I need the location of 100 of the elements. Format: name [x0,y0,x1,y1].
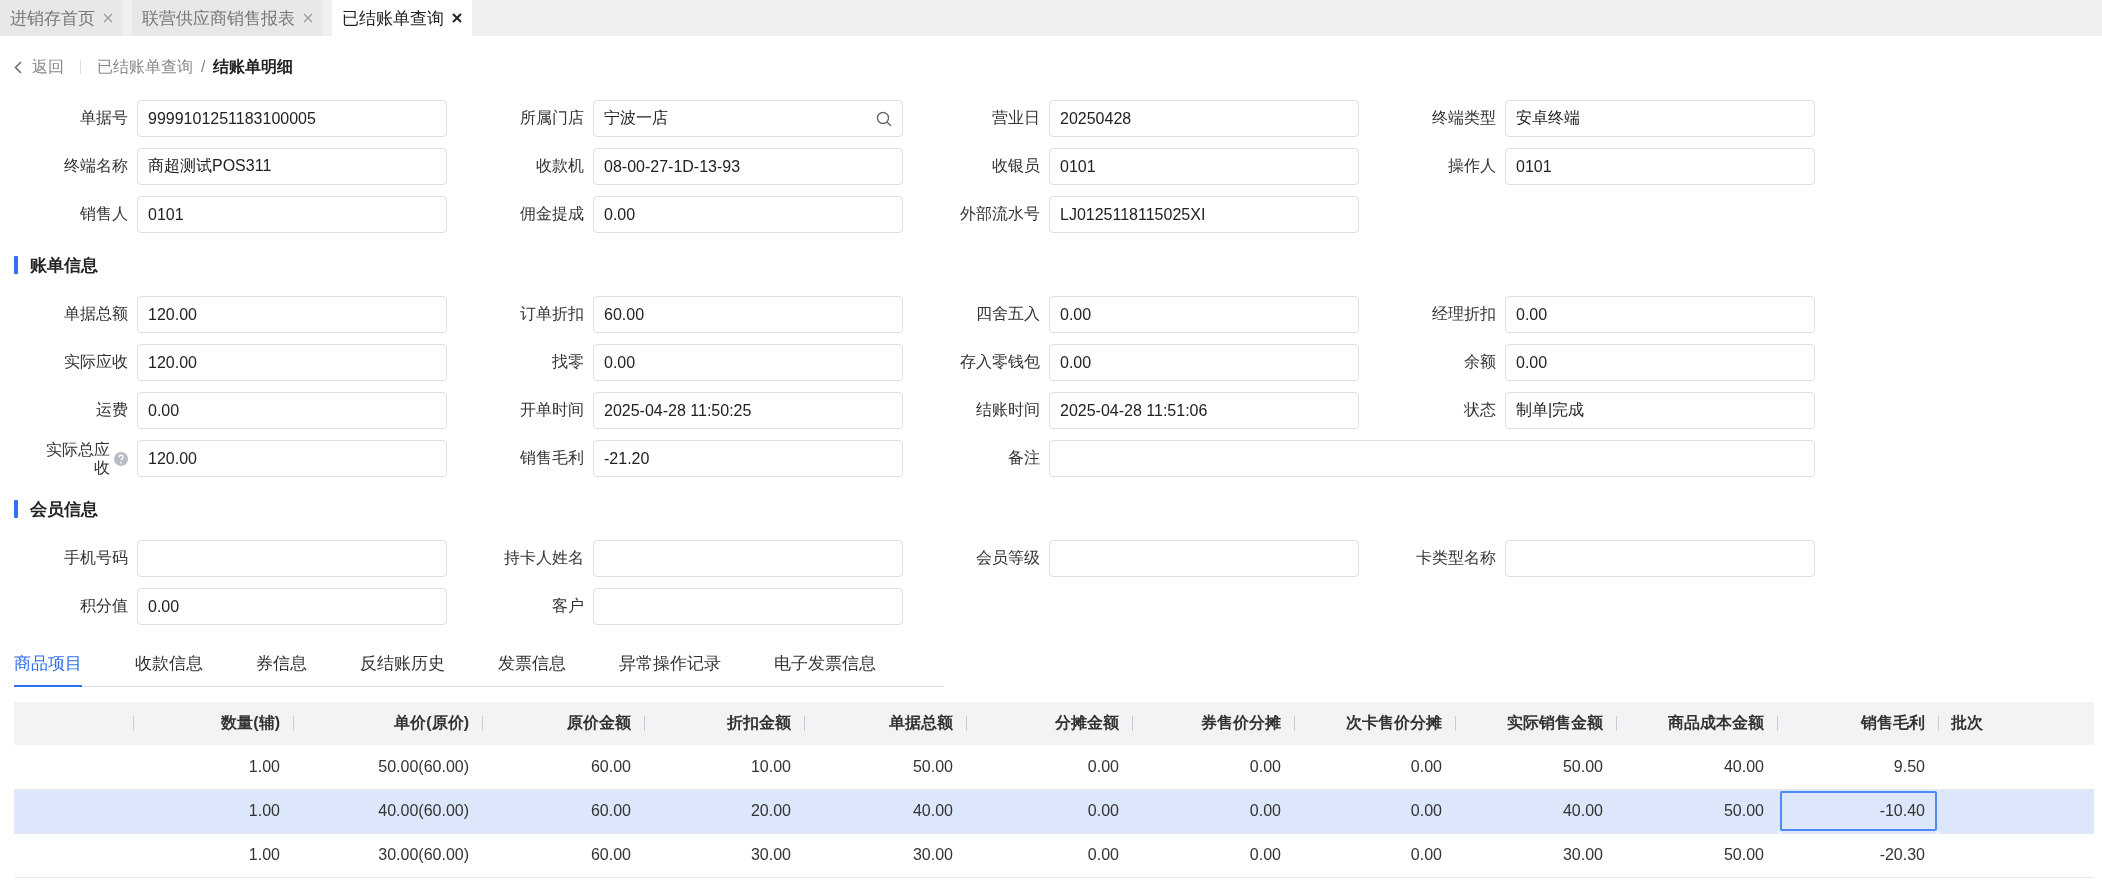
detail-tab[interactable]: 发票信息 [498,642,566,687]
field-label: 销售毛利 [520,448,584,468]
column-header: 分摊金额 [967,702,1133,745]
page-tab[interactable]: 进销存首页 [0,0,123,36]
input-field[interactable] [1049,440,1815,477]
table-cell: 20.00 [645,789,805,833]
breadcrumb-current: 结账单明细 [213,56,294,77]
page-tab[interactable]: 联营供应商销售报表 [132,0,323,36]
input-field[interactable]: 0.00 [1505,344,1815,381]
column-header: 数量(辅) [134,702,294,745]
table-cell: 0.00 [967,789,1133,833]
table-cell: 0.00 [967,745,1133,789]
breadcrumb-link[interactable]: 已结账单查询 [97,56,193,78]
back-button[interactable]: 返回 [14,56,64,78]
input-field[interactable]: 0.00 [137,392,447,429]
input-field[interactable]: 安卓终端 [1505,100,1815,137]
field-label: 卡类型名称 [1416,548,1496,568]
detail-tab[interactable]: 商品项目 [14,642,82,687]
field-label: 操作人 [1448,156,1496,176]
table-cell: 0.00 [1295,745,1456,789]
field-label: 销售人 [80,204,128,224]
column-header: 销售毛利 [1778,702,1939,745]
table-cell: 1.00 [134,789,294,833]
help-icon [114,451,128,466]
input-field[interactable]: 9999101251183100005 [137,100,447,137]
field-label: 外部流水号 [960,204,1040,224]
field-label: 存入零钱包 [960,352,1040,372]
field-label: 单据号 [80,108,128,128]
field-label: 备注 [1008,448,1040,468]
section-title: 会员信息 [30,498,98,521]
input-field[interactable]: 20250428 [1049,100,1359,137]
input-field[interactable]: LJ0125118115025XI [1049,196,1359,233]
input-field[interactable]: 120.00 [137,440,447,477]
field-label: 四舍五入 [976,304,1040,324]
field-label: 手机号码 [64,548,128,568]
field-label: 开单时间 [520,400,584,420]
table-cell: 50.00(60.00) [294,745,483,789]
input-field[interactable]: 0.00 [593,344,903,381]
detail-tab[interactable]: 电子发票信息 [774,642,876,687]
input-field[interactable]: 0.00 [1049,296,1359,333]
input-field[interactable] [1049,540,1359,577]
field-label: 收银员 [992,156,1040,176]
detail-tab[interactable]: 异常操作记录 [619,642,721,687]
tab-label: 联营供应商销售报表 [142,7,295,30]
breadcrumb-separator: / [201,58,206,76]
input-field[interactable] [593,540,903,577]
input-field[interactable]: 0.00 [137,588,447,625]
input-field[interactable]: 2025-04-28 11:51:06 [1049,392,1359,429]
table-cell: 40.00(60.00) [294,789,483,833]
field-label: 余额 [1464,352,1496,372]
input-field[interactable]: 60.00 [593,296,903,333]
table-cell: 50.00 [1617,833,1778,877]
input-field[interactable]: 08-00-27-1D-13-93 [593,148,903,185]
input-field[interactable] [137,540,447,577]
input-field[interactable]: 商超测试POS311 [137,148,447,185]
input-field[interactable]: 0.00 [1049,344,1359,381]
table-row[interactable]: 1.00 30.00(60.00) 60.00 30.00 30.00 0.00 0.00 0.00 30.00 50.00 -20.30 [14,833,2094,877]
field-label: 经理折扣 [1432,304,1496,324]
column-header: 原价金额 [483,702,645,745]
field-label: 持卡人姓名 [504,548,584,568]
field-label: 佣金提成 [520,204,584,224]
table-cell: 30.00 [1456,833,1617,877]
input-field[interactable]: -21.20 [593,440,903,477]
table-cell: 40.00 [805,789,967,833]
input-field[interactable]: 0101 [1505,148,1815,185]
input-field[interactable]: 0101 [1049,148,1359,185]
table-cell: 0.00 [1133,833,1295,877]
input-field[interactable]: 0101 [137,196,447,233]
field-label: 终端名称 [64,156,128,176]
table-cell: 50.00 [1617,789,1778,833]
search-field[interactable]: 宁波一店 [593,100,903,137]
detail-tab[interactable]: 券信息 [256,642,307,687]
detail-tab[interactable]: 收款信息 [135,642,203,687]
input-field[interactable]: 0.00 [1505,296,1815,333]
field-label: 积分值 [80,596,128,616]
input-field[interactable]: 0.00 [593,196,903,233]
column-header: 单据总额 [805,702,967,745]
table-row[interactable]: 1.00 50.00(60.00) 60.00 10.00 50.00 0.00 0.00 0.00 50.00 40.00 9.50 [14,745,2094,789]
column-header: 次卡售价分摊 [1295,702,1456,745]
field-label: 收款机 [536,156,584,176]
input-field[interactable] [593,588,903,625]
table-cell: 1.00 [134,833,294,877]
table-cell: 50.00 [805,745,967,789]
page-tab[interactable]: 已结账单查询 [332,0,472,36]
detail-tab[interactable]: 反结账历史 [360,642,445,687]
table-cell: 9.50 [1778,745,1939,789]
table-cell: 50.00 [1456,745,1617,789]
input-field[interactable]: 制单|完成 [1505,392,1815,429]
table-cell: 10.00 [645,745,805,789]
column-header: 批次 [1939,702,2094,745]
column-header: 单价(原价) [294,702,483,745]
table-row[interactable]: 1.00 40.00(60.00) 60.00 20.00 40.00 0.00 0.00 0.00 40.00 50.00 -10.40 [14,789,2094,833]
input-field[interactable] [1505,540,1815,577]
input-field[interactable]: 2025-04-28 11:50:25 [593,392,903,429]
input-field[interactable]: 120.00 [137,296,447,333]
close-icon [452,13,462,23]
tab-label: 进销存首页 [10,7,95,30]
input-field[interactable]: 120.00 [137,344,447,381]
field-label: 状态 [1464,400,1496,420]
table-cell: 30.00(60.00) [294,833,483,877]
